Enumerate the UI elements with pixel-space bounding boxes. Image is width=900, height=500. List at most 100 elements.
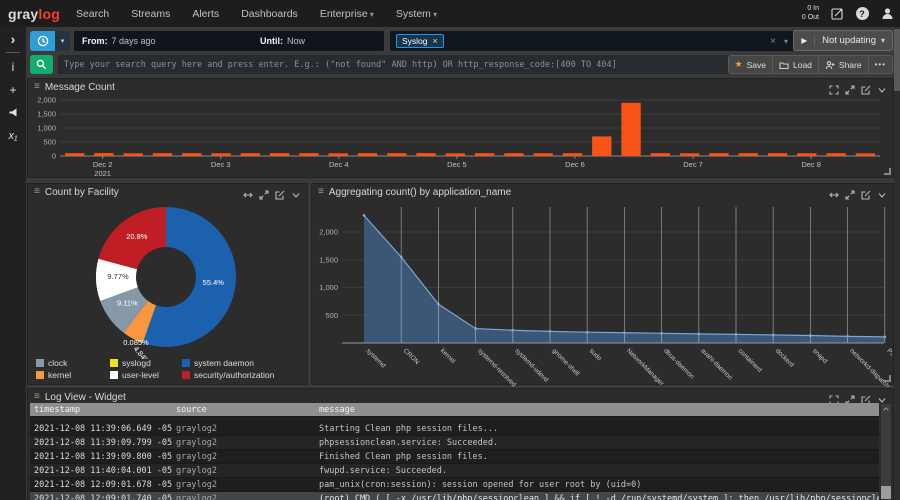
histogram-bar[interactable] <box>797 153 816 156</box>
histogram-bar[interactable] <box>621 103 640 156</box>
histogram-bar[interactable] <box>241 153 260 156</box>
histogram-bar[interactable] <box>680 153 699 156</box>
edit-widget-icon[interactable] <box>275 187 285 197</box>
table-scrollbar-thumb[interactable] <box>881 486 891 499</box>
nav-item-streams[interactable]: Streams <box>131 8 170 20</box>
legend-item-kernel[interactable]: kernel <box>36 370 110 380</box>
throughput-indicator[interactable]: 0 In 0 Out <box>802 5 819 23</box>
drag-handle-icon[interactable]: ≡ <box>34 187 40 197</box>
expand-widget-icon[interactable] <box>845 82 855 92</box>
fields-icon[interactable]: x₁ <box>0 124 26 147</box>
table-row[interactable]: 2021-12-08 11:39:09.799 -05:00graylog2ph… <box>30 436 879 450</box>
share-button[interactable]: Share <box>819 55 869 74</box>
edit-widget-icon[interactable] <box>861 187 871 197</box>
histogram-bar[interactable] <box>416 153 435 156</box>
load-button[interactable]: Load <box>773 55 819 74</box>
nav-item-search[interactable]: Search <box>76 8 109 20</box>
table-row[interactable]: 2021-12-08 11:39:09.800 -05:00graylog2Fi… <box>30 450 879 464</box>
message-count-chart[interactable]: 05001,0001,5002,000Dec 22021Dec 3Dec 4De… <box>30 94 890 178</box>
timerange-input[interactable]: From: 7 days ago Until: Now <box>74 31 384 51</box>
histogram-bar[interactable] <box>534 153 553 156</box>
edit-widget-icon[interactable] <box>861 82 871 92</box>
stream-chip-syslog[interactable]: Syslog × <box>396 34 444 48</box>
arrows-horizontal-icon[interactable] <box>243 187 253 197</box>
histogram-bar[interactable] <box>270 153 289 156</box>
focus-widget-icon[interactable] <box>829 392 839 402</box>
nav-item-system[interactable]: System ▾ <box>396 8 437 20</box>
expand-widget-icon[interactable] <box>845 392 855 402</box>
search-query-input[interactable] <box>58 55 732 74</box>
histogram-bar[interactable] <box>299 153 318 156</box>
histogram-bar[interactable] <box>446 153 465 156</box>
resize-handle[interactable] <box>884 375 891 382</box>
histogram-bar[interactable] <box>387 153 406 156</box>
table-scrollbar[interactable] <box>881 404 891 499</box>
histogram-bar[interactable] <box>768 153 787 156</box>
histogram-bar[interactable] <box>153 153 172 156</box>
play-icon[interactable]: ▶ <box>801 36 815 45</box>
page-scrollbar-thumb[interactable] <box>894 29 900 91</box>
nav-item-dashboards[interactable]: Dashboards <box>241 8 298 20</box>
legend-item-syslogd[interactable]: syslogd <box>110 358 182 368</box>
application-area-chart[interactable]: 5001,0001,5002,000systemdCRONkernelsyste… <box>312 199 892 387</box>
histogram-bar[interactable] <box>709 153 728 156</box>
histogram-bar[interactable] <box>651 153 670 156</box>
table-row[interactable]: 2021-12-08 11:40:04.001 -05:00graylog2fw… <box>30 464 879 478</box>
megaphone-icon[interactable] <box>0 101 26 124</box>
edit-widget-icon[interactable] <box>861 392 871 402</box>
scroll-up-icon[interactable] <box>881 405 891 413</box>
arrows-horizontal-icon[interactable] <box>829 187 839 197</box>
histogram-bar[interactable] <box>94 153 113 156</box>
histogram-bar[interactable] <box>856 153 875 156</box>
drag-handle-icon[interactable]: ≡ <box>34 392 40 402</box>
histogram-bar[interactable] <box>211 153 230 156</box>
table-row[interactable]: 2021-12-08 11:39:06.649 -05:00graylog2St… <box>30 422 879 436</box>
clear-streams-icon[interactable]: × <box>770 36 776 47</box>
legend-item-clock[interactable]: clock <box>36 358 110 368</box>
histogram-bar[interactable] <box>563 153 582 156</box>
column-header-source[interactable]: source <box>172 405 315 415</box>
histogram-bar[interactable] <box>358 153 377 156</box>
expand-widget-icon[interactable] <box>259 187 269 197</box>
chevron-down-icon[interactable] <box>877 82 887 92</box>
timerange-caret[interactable]: ▾ <box>55 31 70 51</box>
page-scrollbar[interactable] <box>894 27 900 500</box>
histogram-bar[interactable] <box>475 153 494 156</box>
drag-handle-icon[interactable]: ≡ <box>318 187 324 197</box>
drag-handle-icon[interactable]: ≡ <box>34 82 40 92</box>
facility-pie-chart[interactable]: 55.4%0.085%4.84%9.11%9.77%20.8% <box>28 199 307 359</box>
histogram-bar[interactable] <box>65 153 84 156</box>
histogram-bar[interactable] <box>592 136 611 156</box>
resize-handle[interactable] <box>884 168 891 175</box>
stream-select[interactable]: Syslog × × ▾ <box>390 31 794 51</box>
edit-icon[interactable] <box>830 7 844 21</box>
row-edit-icon[interactable] <box>860 493 869 500</box>
chevron-down-icon[interactable] <box>877 392 887 402</box>
info-icon[interactable]: i <box>0 55 26 78</box>
column-header-message[interactable]: message <box>315 405 879 415</box>
expand-widget-icon[interactable] <box>845 187 855 197</box>
search-button[interactable] <box>30 55 53 74</box>
timerange-type-button[interactable]: ▾ <box>30 31 70 51</box>
histogram-bar[interactable] <box>182 153 201 156</box>
stream-select-caret-icon[interactable]: ▾ <box>784 37 788 46</box>
histogram-bar[interactable] <box>739 153 758 156</box>
histogram-bar[interactable] <box>504 153 523 156</box>
nav-item-alerts[interactable]: Alerts <box>192 8 219 20</box>
focus-widget-icon[interactable] <box>829 82 839 92</box>
help-icon[interactable]: ? <box>855 7 869 21</box>
chip-close-icon[interactable]: × <box>433 36 438 46</box>
sidebar-toggle-icon[interactable]: › <box>0 27 26 50</box>
chevron-down-icon[interactable] <box>877 187 887 197</box>
add-icon[interactable]: + <box>0 78 26 101</box>
more-actions-button[interactable]: ••• <box>869 55 893 74</box>
table-row[interactable]: 2021-12-08 12:09:01.678 -05:00graylog2pa… <box>30 478 879 492</box>
column-header-timestamp[interactable]: timestamp <box>30 405 172 415</box>
legend-item-user-level[interactable]: user-level <box>110 370 182 380</box>
chevron-down-icon[interactable] <box>291 187 301 197</box>
nav-item-enterprise[interactable]: Enterprise ▾ <box>320 8 374 20</box>
refresh-button[interactable]: ▶ Not updating ▾ <box>793 30 893 51</box>
table-row[interactable]: 2021-12-08 12:09:01.740 -05:00graylog2(r… <box>30 492 879 500</box>
histogram-bar[interactable] <box>826 153 845 156</box>
histogram-bar[interactable] <box>329 153 348 156</box>
